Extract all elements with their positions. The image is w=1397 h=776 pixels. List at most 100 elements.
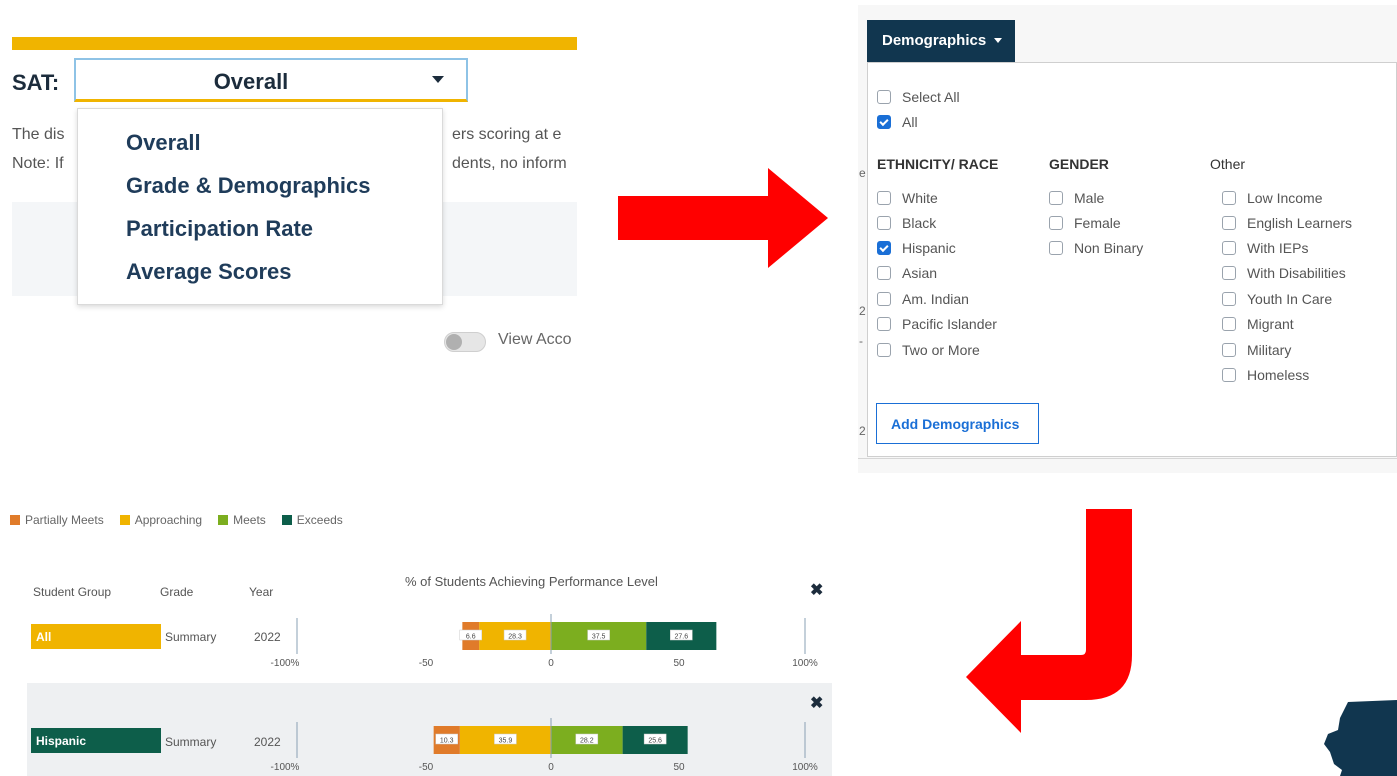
- sat-view-select[interactable]: Overall: [74, 58, 468, 102]
- peek-text: -: [859, 334, 863, 348]
- arrow-right-icon: [618, 168, 828, 268]
- checkbox-label: Am. Indian: [902, 291, 969, 307]
- tick-label: 100%: [792, 762, 818, 773]
- checkbox-pacific-islander[interactable]: Pacific Islander: [877, 315, 997, 333]
- student-group-all: All: [31, 624, 161, 649]
- note-text-end: dents, no inform: [452, 155, 567, 172]
- note-text: Note: If: [12, 155, 64, 172]
- checkbox-label: With Disabilities: [1247, 265, 1346, 281]
- header-student-group: Student Group: [33, 585, 112, 599]
- header-year: Year: [249, 585, 274, 599]
- menu-item-overall[interactable]: Overall: [126, 130, 201, 156]
- checkbox-label: Male: [1074, 190, 1105, 206]
- checkbox-all[interactable]: All: [877, 113, 918, 131]
- checkbox-non-binary[interactable]: Non Binary: [1049, 239, 1143, 257]
- checkbox-english-learners[interactable]: English Learners: [1222, 214, 1352, 232]
- checkbox-label: With IEPs: [1247, 240, 1309, 256]
- data-label: 10.3: [440, 738, 454, 745]
- header-grade: Grade: [160, 585, 194, 599]
- checkbox-icon: [1222, 292, 1236, 306]
- heading-gender: GENDER: [1049, 156, 1109, 172]
- checkbox-icon: [877, 216, 891, 230]
- caret-down-icon: [994, 38, 1002, 43]
- checkbox-icon: [877, 90, 891, 104]
- checkbox-youth-in-care[interactable]: Youth In Care: [1222, 290, 1332, 308]
- checkbox-label: Youth In Care: [1247, 291, 1333, 307]
- peek-text: 2: [859, 424, 866, 438]
- checkbox-with-disabilities[interactable]: With Disabilities: [1222, 264, 1346, 282]
- data-label: 35.9: [499, 738, 513, 745]
- data-label: 27.6: [674, 634, 688, 641]
- grade-cell: Summary: [165, 630, 217, 644]
- legend-item: Approaching: [119, 513, 203, 527]
- checkbox-low-income[interactable]: Low Income: [1222, 189, 1322, 207]
- legend-swatch: [281, 515, 292, 525]
- checkbox-checked-icon: [877, 241, 891, 255]
- checkbox-label: White: [902, 190, 938, 206]
- checkbox-migrant[interactable]: Migrant: [1222, 315, 1294, 333]
- checkbox-label: Asian: [902, 265, 938, 281]
- checkbox-icon: [1222, 368, 1236, 382]
- close-icon[interactable]: ✖: [810, 580, 823, 600]
- checkbox-icon: [1049, 191, 1063, 205]
- menu-item-grade-demographics[interactable]: Grade & Demographics: [126, 173, 371, 199]
- performance-chart: 28.3 6.6 37.5 27.6 -100% -50 0 50 100% 35.9 10.3 28…: [271, 614, 818, 773]
- checkbox-select-all[interactable]: Select All: [877, 88, 960, 106]
- checkbox-label: Hispanic: [902, 240, 956, 256]
- legend-swatch: [10, 515, 20, 525]
- data-label: 28.2: [580, 738, 594, 745]
- demographics-panel: [867, 62, 1397, 457]
- checkbox-white[interactable]: White: [877, 189, 938, 207]
- tick-label: 50: [673, 762, 685, 773]
- data-label: 28.3: [508, 634, 522, 641]
- checkbox-icon: [1222, 216, 1236, 230]
- checkbox-am-indian[interactable]: Am. Indian: [877, 290, 969, 308]
- checkbox-hispanic[interactable]: Hispanic: [877, 239, 956, 257]
- sat-label: SAT:: [12, 70, 60, 95]
- legend-swatch: [218, 515, 229, 525]
- legend-label: Exceeds: [296, 513, 343, 527]
- sat-dropdown-menu: Overall Grade & Demographics Participati…: [77, 108, 443, 305]
- checkbox-label: Military: [1247, 342, 1292, 358]
- peek-text: e: [859, 166, 866, 180]
- legend-label: Approaching: [134, 513, 203, 527]
- data-label: 6.6: [466, 634, 476, 641]
- checkbox-female[interactable]: Female: [1049, 214, 1121, 232]
- sat-select-value: Overall: [213, 69, 289, 94]
- menu-item-average-scores[interactable]: Average Scores: [126, 259, 292, 285]
- checkbox-military[interactable]: Military: [1222, 341, 1291, 359]
- tick-label: -50: [419, 658, 434, 669]
- checkbox-icon: [1049, 241, 1063, 255]
- toggle-knob: [446, 334, 462, 350]
- checkbox-icon: [1222, 343, 1236, 357]
- checkbox-icon: [1222, 266, 1236, 280]
- checkbox-label: Migrant: [1247, 316, 1294, 332]
- checkbox-label: Female: [1074, 215, 1121, 231]
- tick-label: -100%: [271, 658, 300, 669]
- checkbox-label: Two or More: [902, 342, 980, 358]
- tick-label: -100%: [271, 762, 300, 773]
- add-demographics-button[interactable]: Add Demographics: [876, 403, 1039, 444]
- view-toggle[interactable]: [444, 332, 486, 352]
- divider: [858, 458, 1397, 459]
- demographics-button[interactable]: Demographics: [867, 20, 1015, 62]
- checkbox-label: All: [902, 114, 918, 130]
- checkbox-label: Non Binary: [1074, 240, 1144, 256]
- checkbox-icon: [1222, 241, 1236, 255]
- legend-item: Meets: [218, 513, 266, 527]
- checkbox-icon: [877, 343, 891, 357]
- description-text-end: ers scoring at e: [452, 126, 562, 143]
- legend-label: Meets: [233, 513, 266, 527]
- checkbox-icon: [1222, 191, 1236, 205]
- checkbox-black[interactable]: Black: [877, 214, 936, 232]
- checkbox-two-or-more[interactable]: Two or More: [877, 341, 980, 359]
- checkbox-asian[interactable]: Asian: [877, 264, 937, 282]
- checkbox-checked-icon: [877, 115, 891, 129]
- tick-label: 0: [548, 658, 554, 669]
- checkbox-male[interactable]: Male: [1049, 189, 1104, 207]
- legend-label: Partially Meets: [25, 513, 104, 527]
- checkbox-label: Select All: [902, 89, 960, 105]
- checkbox-homeless[interactable]: Homeless: [1222, 366, 1309, 384]
- checkbox-with-ieps[interactable]: With IEPs: [1222, 239, 1308, 257]
- menu-item-participation-rate[interactable]: Participation Rate: [126, 216, 313, 242]
